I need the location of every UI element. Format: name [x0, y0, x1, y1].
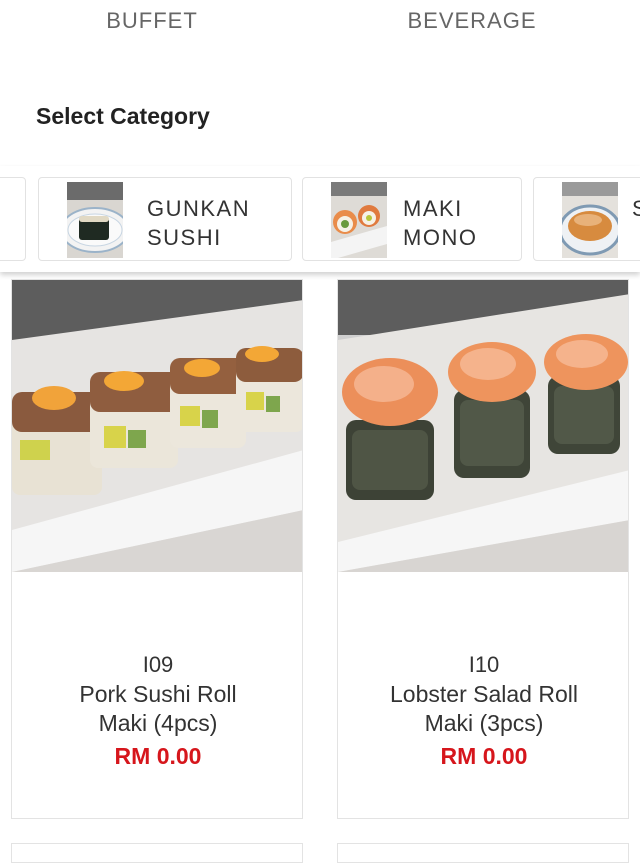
gunkan-sushi-thumbnail	[67, 182, 123, 258]
product-price: RM 0.00	[440, 743, 528, 769]
product-info: I10 Lobster Salad Roll Maki (3pcs) RM 0.…	[338, 650, 628, 772]
product-card-i09[interactable]: I09 Pork Sushi Roll Maki (4pcs) RM 0.00	[11, 279, 303, 819]
category-label: GUNKAN SUSHI	[147, 196, 251, 250]
category-card-partial-left[interactable]	[0, 177, 26, 261]
pork-sushi-roll-image	[12, 280, 302, 572]
category-thumbnail	[562, 182, 618, 258]
product-card-i10[interactable]: I10 Lobster Salad Roll Maki (3pcs) RM 0.…	[337, 279, 629, 819]
maki-mono-thumbnail	[331, 182, 387, 258]
product-info: I09 Pork Sushi Roll Maki (4pcs) RM 0.00	[12, 650, 302, 772]
top-tabs: BUFFET BEVERAGE	[0, 0, 640, 52]
product-name: Lobster Salad Roll Maki (3pcs)	[390, 681, 578, 736]
category-card-partial-right[interactable]: S	[533, 177, 640, 261]
next-product-card-partial[interactable]	[11, 843, 303, 863]
select-category-heading: Select Category	[36, 103, 210, 129]
lobster-salad-roll-image	[338, 280, 628, 572]
category-strip[interactable]: GUNKAN SUSHI MAKI MONO	[0, 166, 640, 272]
product-price: RM 0.00	[114, 743, 202, 769]
category-label: S	[632, 194, 640, 223]
next-product-card-partial[interactable]	[337, 843, 629, 863]
category-card-maki-mono[interactable]: MAKI MONO	[302, 177, 522, 261]
tab-buffet[interactable]: BUFFET	[0, 8, 312, 34]
product-name: Pork Sushi Roll Maki (4pcs)	[79, 681, 237, 736]
tab-beverage[interactable]: BEVERAGE	[312, 8, 632, 34]
category-label: MAKI MONO	[403, 196, 478, 250]
product-code: I09	[142, 652, 174, 677]
product-code: I10	[468, 652, 500, 677]
category-card-gunkan-sushi[interactable]: GUNKAN SUSHI	[38, 177, 292, 261]
